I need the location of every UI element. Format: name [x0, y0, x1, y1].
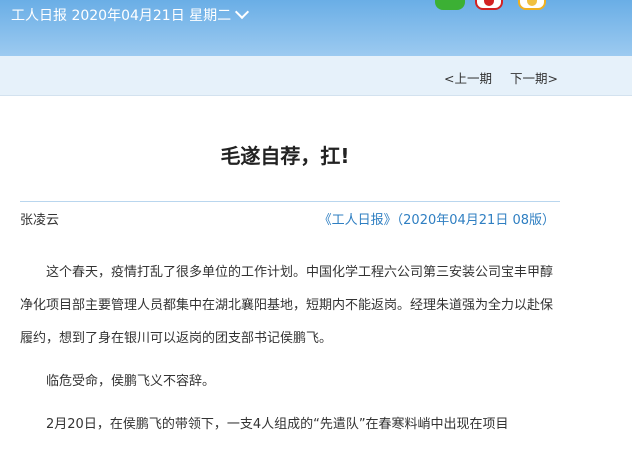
qzone-share-icon[interactable] — [518, 0, 546, 10]
article-paragraph: 2月20日，在侯鹏飞的带领下，一支4人组成的“先遣队”在春寒料峭中出现在项目 — [46, 417, 509, 432]
article-body: 这个春天，疫情打乱了很多单位的工作计划。中国化学工程六公司第三安装公司宝丰甲醇净… — [20, 256, 560, 451]
article-author: 张凌云 — [20, 213, 60, 228]
article-paragraph: 临危受命，侯鹏飞义不容辞。 — [46, 374, 216, 389]
issue-date-selector[interactable]: 工人日报 2020年04月21日 星期二 — [11, 4, 250, 26]
issue-date-label: 工人日报 2020年04月21日 星期二 — [11, 8, 232, 24]
top-header-bar: 工人日报 2020年04月21日 星期二 — [0, 0, 632, 56]
article-paragraph: 这个春天，疫情打乱了很多单位的工作计划。中国化学工程六公司第三安装公司宝丰甲醇净… — [20, 265, 554, 346]
weibo-share-icon[interactable] — [475, 0, 503, 10]
article-source-link[interactable]: 《工人日报》（2020年04月21日 08版） — [319, 209, 555, 228]
next-issue-link[interactable]: 下一期> — [510, 71, 558, 86]
prev-issue-link[interactable]: <上一期 — [444, 71, 492, 86]
chevron-down-icon[interactable] — [235, 4, 250, 20]
wechat-share-icon[interactable] — [435, 0, 465, 10]
article-title: 毛遂自荐，扛! — [220, 144, 350, 168]
article-meta: 张凌云 《工人日报》（2020年04月21日 08版） — [20, 201, 560, 229]
issue-pager: <上一期 下一期> — [444, 68, 558, 87]
issue-nav-band: <上一期 下一期> — [0, 56, 632, 96]
